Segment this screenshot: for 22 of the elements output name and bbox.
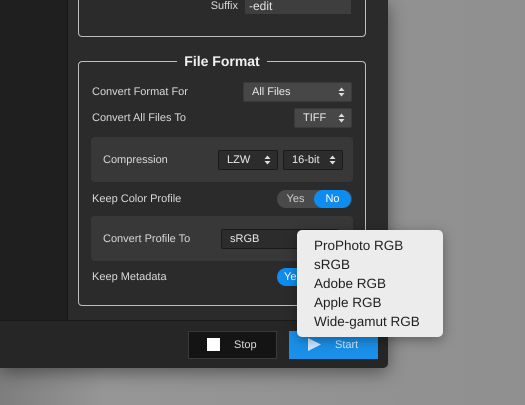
suffix-field[interactable]: -edit — [245, 0, 351, 14]
select-dropdown[interactable]: TIFF — [294, 108, 352, 128]
select-dropdown[interactable]: LZW — [218, 150, 278, 170]
stop-icon — [207, 338, 220, 351]
toggle-option[interactable]: Yes — [277, 190, 314, 208]
menu-item[interactable]: Wide-gamut RGB — [297, 312, 443, 331]
field-label: Convert All Files To — [92, 112, 186, 124]
section-title: File Format — [183, 53, 261, 69]
select-dropdown[interactable]: 16-bit — [283, 150, 343, 170]
suffix-label: Suffix — [210, 0, 238, 12]
select-dropdown[interactable]: All Files — [243, 82, 352, 102]
field-label: Compression — [103, 154, 169, 166]
stepper-arrows-icon — [329, 154, 336, 164]
menu-item[interactable]: Apple RGB — [297, 293, 443, 312]
stepper-arrows-icon — [338, 113, 345, 123]
field-label: Convert Format For — [92, 86, 188, 98]
stop-button[interactable]: Stop — [188, 330, 277, 358]
stepper-arrows-icon — [264, 154, 271, 164]
field-label: Keep Metadata — [92, 271, 167, 283]
stepper-arrows-icon — [338, 87, 345, 97]
field-label: Convert Profile To — [103, 232, 192, 244]
field-label: Keep Color Profile — [92, 193, 182, 205]
